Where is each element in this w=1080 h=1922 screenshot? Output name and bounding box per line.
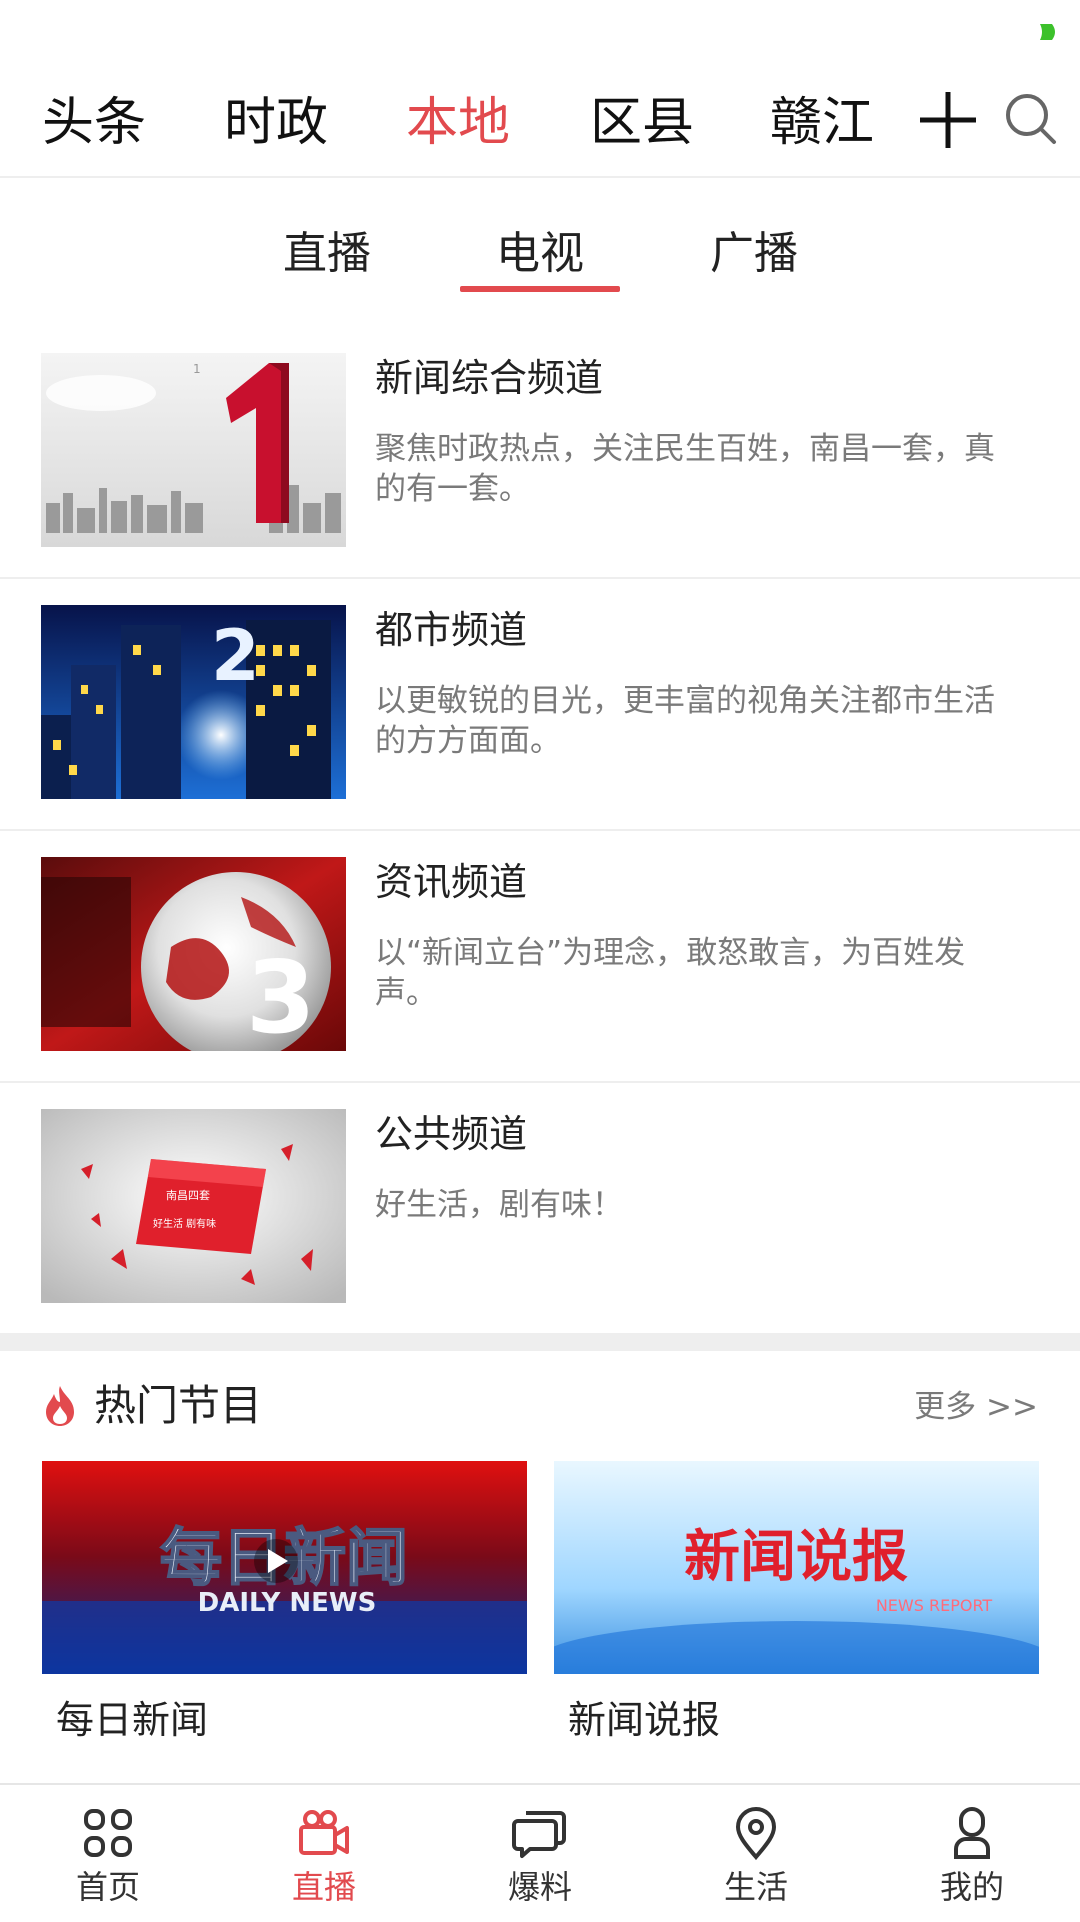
channel-badge: 南昌四套 [166, 1189, 210, 1202]
nav-report[interactable]: 爆料 [432, 1785, 648, 1922]
nav-label: 我的 [939, 1868, 1004, 1906]
program-title: 新闻说报 [568, 1698, 721, 1742]
channel-title: 资讯频道 [375, 860, 528, 904]
channel-badge: 3 [246, 939, 316, 1051]
channel-badge: 1 [193, 362, 201, 376]
program-card[interactable]: 新闻说报 NEWS REPORT 新闻说报 [554, 1461, 1039, 1746]
subtab-live[interactable]: 直播 [283, 224, 371, 284]
user-icon [954, 1807, 990, 1859]
channel-thumbnail: 2 [41, 605, 346, 799]
nav-live[interactable]: 直播 [216, 1785, 432, 1922]
sub-tabs: 直播 电视 广播 [0, 176, 1080, 296]
tab-districts[interactable]: 区县 [590, 88, 694, 158]
channel-thumbnail: 南昌四套 好生活 剧有味 [41, 1109, 346, 1303]
channel-item[interactable]: 1 新闻综合频道 聚焦时政热点，关注民生百姓，南昌一套，真的有一套。 [0, 325, 1080, 579]
channel-thumbnail: 1 [41, 353, 346, 547]
channel-item[interactable]: 南昌四套 好生活 剧有味 公共频道 好生活，剧有味！ [0, 1081, 1080, 1333]
channel-title: 新闻综合频道 [375, 356, 604, 400]
program-art-title: 新闻说报 [684, 1525, 908, 1590]
channel-description: 以“新闻立台”为理念，敢怒敢言，为百姓发声。 [375, 935, 966, 1011]
program-thumbnail: 每日新闻 DAILY NEWS [42, 1461, 527, 1674]
nav-life[interactable]: 生活 [648, 1785, 864, 1922]
channel-description: 以更敏锐的目光，更丰富的视角关注都市生活的方方面面。 [375, 683, 995, 759]
channel-item[interactable]: 2 都市频道 以更敏锐的目光，更丰富的视角关注都市生活的方方面面。 [0, 577, 1080, 831]
bottom-nav: 首页 直播 爆料 生活 我的 [0, 1783, 1080, 1922]
program-thumbnail: 新闻说报 NEWS REPORT [554, 1461, 1039, 1674]
tab-politics[interactable]: 时政 [224, 88, 328, 158]
nav-home[interactable]: 首页 [0, 1785, 216, 1922]
video-camera-icon [299, 1810, 349, 1855]
play-icon[interactable] [254, 1539, 298, 1583]
subtab-radio[interactable]: 广播 [710, 224, 798, 284]
section-divider [0, 1333, 1080, 1351]
nav-mine[interactable]: 我的 [864, 1785, 1080, 1922]
location-pin-icon [735, 1807, 777, 1861]
program-art-subtitle: DAILY NEWS [198, 1588, 377, 1618]
fire-icon [46, 1386, 74, 1426]
tab-ganjiang[interactable]: 赣江 [770, 88, 874, 158]
channel-slogan: 好生活 剧有味 [153, 1217, 216, 1230]
program-art-subtitle: NEWS REPORT [876, 1596, 993, 1615]
channel-badge: 2 [211, 615, 260, 697]
nav-label: 首页 [75, 1868, 140, 1906]
channel-description: 好生活，剧有味！ [375, 1187, 623, 1223]
channel-item[interactable]: 3 资讯频道 以“新闻立台”为理念，敢怒敢言，为百姓发声。 [0, 829, 1080, 1083]
tab-local[interactable]: 本地 [406, 88, 510, 158]
status-bar [0, 0, 1080, 70]
plus-icon[interactable] [918, 90, 978, 150]
top-nav: 头条 时政 本地 区县 赣江 [0, 70, 1080, 178]
tab-headlines[interactable]: 头条 [42, 88, 146, 158]
section-title: 热门节目 [94, 1381, 263, 1430]
more-link[interactable]: 更多 >> [914, 1385, 1038, 1429]
search-icon[interactable] [1004, 92, 1058, 146]
channel-description: 聚焦时政热点，关注民生百姓，南昌一套，真的有一套。 [375, 431, 995, 507]
nav-label: 爆料 [507, 1868, 572, 1906]
channel-title: 公共频道 [375, 1112, 528, 1156]
nav-label: 生活 [723, 1868, 788, 1906]
nav-label: 直播 [291, 1868, 356, 1906]
active-tab-indicator [460, 286, 620, 292]
program-card[interactable]: 每日新闻 DAILY NEWS 每日新闻 [42, 1461, 527, 1746]
channel-title: 都市频道 [375, 608, 528, 652]
notification-icon [1040, 24, 1055, 40]
grid-icon [84, 1809, 132, 1857]
chat-bubble-icon [512, 1811, 566, 1858]
hot-programs-header: 热门节目 更多 >> [0, 1351, 1080, 1461]
channel-thumbnail: 3 [41, 857, 346, 1051]
subtab-tv[interactable]: 电视 [496, 224, 584, 284]
program-title: 每日新闻 [56, 1698, 209, 1742]
